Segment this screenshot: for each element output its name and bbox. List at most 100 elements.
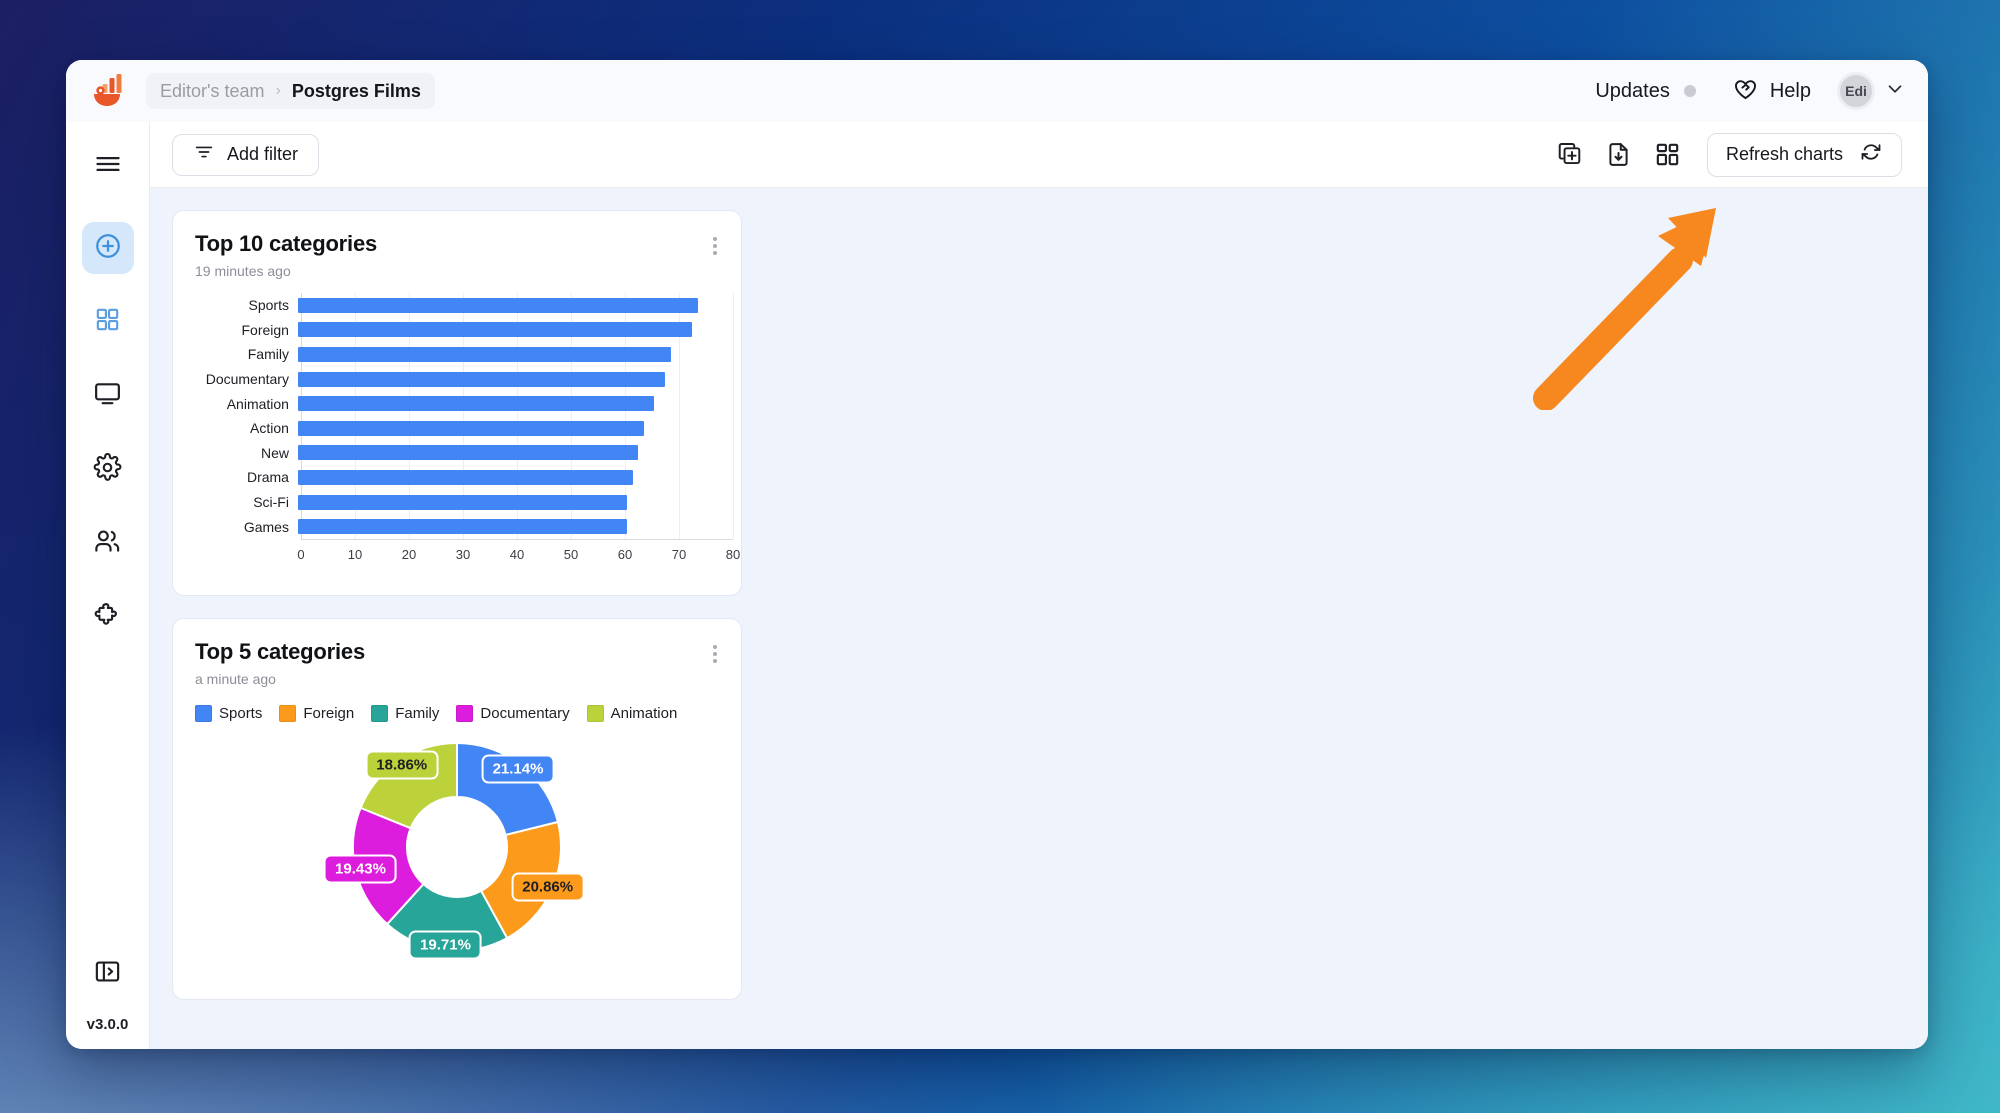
gear-icon	[93, 452, 122, 487]
hamburger-icon	[94, 150, 122, 183]
grid-squares-icon	[94, 306, 121, 338]
help-button[interactable]: Help	[1732, 75, 1811, 107]
bar-chart: Sports Foreign Family Documentary Animation A…	[173, 293, 741, 563]
bar-chart-row: Documentary	[173, 367, 719, 392]
bar-chart-row: Sci-Fi	[173, 490, 719, 515]
x-axis-tick-label: 70	[671, 546, 687, 562]
bar[interactable]	[297, 420, 644, 436]
layout-grid-icon[interactable]	[1654, 141, 1681, 168]
donut-slice-label: 20.86%	[511, 872, 585, 902]
add-filter-button[interactable]: Add filter	[172, 133, 320, 176]
legend-item[interactable]: Sports	[195, 705, 262, 722]
sidebar-item-screens[interactable]	[82, 370, 134, 422]
refresh-charts-button[interactable]: Refresh charts	[1706, 132, 1902, 177]
bar-chart-row: Action	[173, 416, 719, 441]
legend-item[interactable]: Family	[371, 705, 439, 722]
updates-button[interactable]: Updates	[1595, 80, 1696, 103]
sidebar-item-hamburger-menu[interactable]	[82, 140, 134, 192]
dashboard-canvas: Top 10 categories 19 minutes ago Sports F…	[150, 188, 1928, 1049]
x-axis-tick-label: 0	[297, 546, 305, 562]
bar-chart-row: Drama	[173, 465, 719, 490]
legend-label: Documentary	[480, 705, 570, 722]
x-axis-tick-label: 40	[509, 546, 525, 562]
refresh-icon	[1859, 140, 1883, 169]
breadcrumb-current[interactable]: Postgres Films	[292, 81, 421, 102]
content-area: Add filter Refresh charts Top 10 categor…	[150, 122, 1928, 1049]
duplicate-add-icon[interactable]	[1556, 141, 1583, 168]
sidebar-item-people[interactable]	[82, 518, 134, 570]
bar[interactable]	[297, 297, 698, 313]
donut-chart: 21.14% 20.86% 19.71% 19.43% 18.86%	[173, 728, 741, 996]
sidebar: v3.0.0	[66, 122, 150, 1049]
bar[interactable]	[297, 346, 671, 362]
card-title: Top 5 categories	[195, 639, 365, 664]
bar[interactable]	[297, 469, 633, 485]
legend-swatch	[586, 705, 604, 722]
bar[interactable]	[297, 445, 639, 461]
app-version: v3.0.0	[86, 1016, 129, 1033]
legend-swatch	[279, 705, 297, 722]
bar-chart-row: New	[173, 441, 719, 466]
card-header: Top 10 categories 19 minutes ago	[173, 211, 741, 279]
donut-slice-label: 19.43%	[324, 854, 397, 884]
chevron-down-icon[interactable]	[1884, 78, 1906, 105]
dashboard-toolbar: Add filter Refresh charts	[150, 122, 1928, 188]
updates-label: Updates	[1595, 79, 1670, 102]
bar[interactable]	[297, 519, 628, 535]
bar-track	[297, 318, 719, 343]
add-filter-label: Add filter	[227, 144, 299, 164]
puzzle-icon	[93, 601, 122, 635]
refresh-charts-label: Refresh charts	[1725, 144, 1843, 164]
sidebar-item-plugins[interactable]	[82, 592, 134, 644]
bar[interactable]	[297, 322, 693, 338]
bar-track	[297, 367, 719, 392]
bar-category-label: Foreign	[241, 321, 289, 338]
users-icon	[93, 527, 122, 561]
bar-track	[297, 514, 719, 539]
bar-category-label: Animation	[226, 395, 289, 412]
dashboard-card-top-10-categories[interactable]: Top 10 categories 19 minutes ago Sports F…	[172, 210, 742, 596]
sidebar-collapse-toggle[interactable]	[82, 948, 134, 1000]
legend-item[interactable]: Animation	[586, 705, 678, 722]
bar-category-label: Sports	[248, 297, 289, 314]
bar-chart-rows: Sports Foreign Family Documentary Animation A…	[173, 293, 734, 539]
account-menu[interactable]: Edi	[1837, 72, 1906, 110]
legend-label: Animation	[610, 705, 678, 722]
bar-track	[297, 416, 719, 441]
legend-item[interactable]: Foreign	[279, 705, 354, 722]
legend-label: Sports	[219, 705, 263, 722]
bar-category-label: Games	[243, 518, 289, 535]
kebab-menu-icon[interactable]	[709, 233, 721, 259]
kebab-menu-icon[interactable]	[709, 641, 721, 667]
app-logo[interactable]	[86, 68, 132, 114]
bar-category-label: Family	[247, 346, 289, 363]
bar-track	[297, 465, 719, 490]
breadcrumb-team[interactable]: Editor's team	[160, 81, 264, 102]
legend-label: Foreign	[303, 705, 355, 722]
topbar-right: Updates Help Edi	[1595, 72, 1906, 110]
bar-chart-row: Animation	[173, 391, 719, 416]
x-axis-tick-label: 10	[347, 546, 363, 562]
avatar[interactable]: Edi	[1837, 72, 1875, 110]
top-bar: Editor's team › Postgres Films Updates H…	[66, 60, 1928, 122]
updates-status-dot	[1683, 85, 1696, 97]
sidebar-item-dashboards[interactable]	[82, 296, 134, 348]
app-window: Editor's team › Postgres Films Updates H…	[66, 60, 1928, 1049]
sidebar-item-new-question[interactable]	[81, 222, 134, 274]
bar[interactable]	[297, 396, 655, 412]
bar-chart-x-ticks: 0 10 20 30 40 50 60 70 80	[297, 539, 740, 565]
bar-track	[297, 293, 719, 318]
bar-chart-row: Games	[173, 514, 719, 539]
x-axis-tick-label: 60	[617, 546, 633, 562]
legend-item[interactable]: Documentary	[456, 705, 570, 722]
app-body: v3.0.0 Add filter Refresh charts Top 10 …	[66, 122, 1928, 1049]
heart-hands-icon	[1732, 75, 1759, 107]
file-download-icon[interactable]	[1605, 141, 1632, 168]
bar[interactable]	[297, 494, 628, 510]
dashboard-card-top-5-categories[interactable]: Top 5 categories a minute ago Sports Fore…	[172, 618, 742, 1000]
bar[interactable]	[297, 371, 666, 387]
breadcrumb: Editor's team › Postgres Films	[146, 73, 435, 109]
donut-slice-label: 19.71%	[409, 930, 482, 960]
breadcrumb-separator-icon: ›	[275, 82, 281, 99]
sidebar-item-settings[interactable]	[82, 444, 134, 496]
